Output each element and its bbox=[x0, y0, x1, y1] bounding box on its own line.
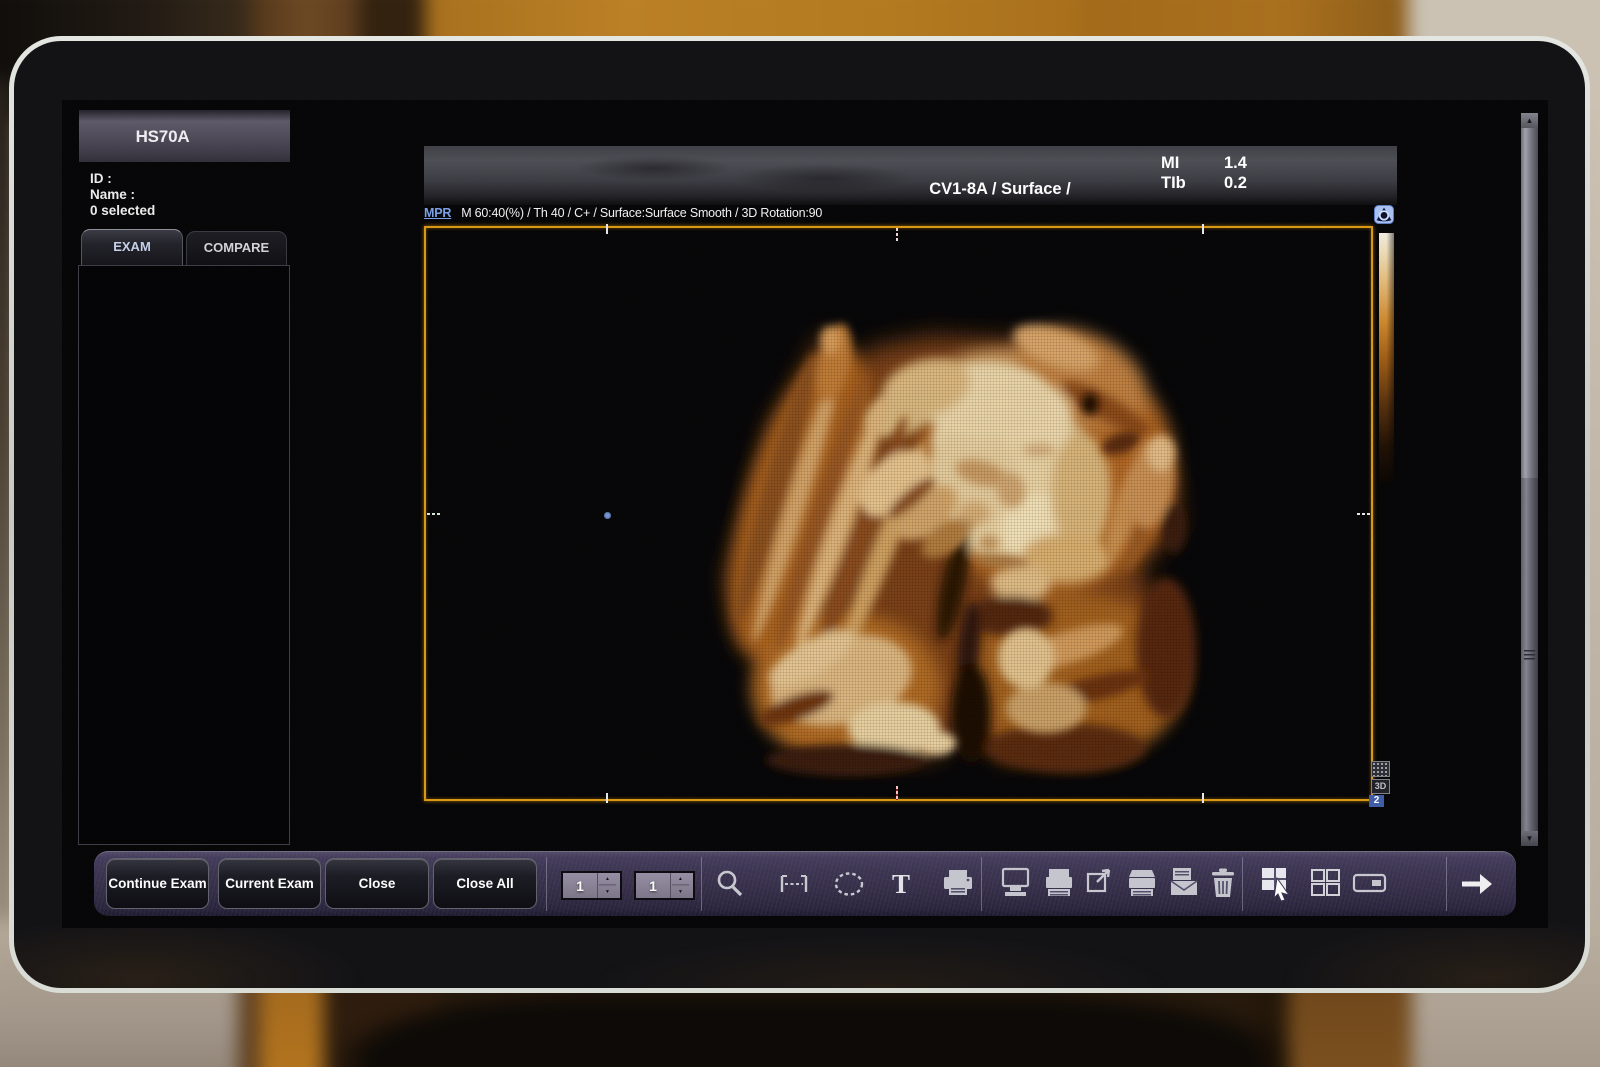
svg-text:T: T bbox=[892, 869, 910, 899]
